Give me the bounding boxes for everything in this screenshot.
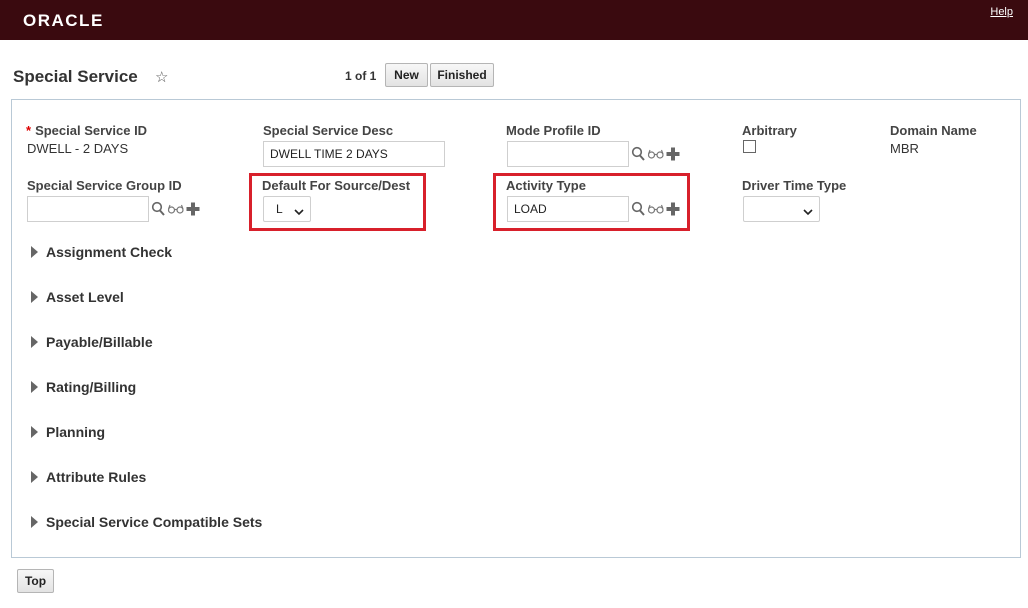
section-assignment-check[interactable]: Assignment Check	[31, 244, 172, 260]
section-planning[interactable]: Planning	[31, 424, 105, 440]
search-icon[interactable]	[151, 201, 166, 220]
special-service-group-id-label: Special Service Group ID	[27, 178, 182, 193]
oracle-logo: ORACLE	[23, 11, 104, 30]
glasses-icon[interactable]	[647, 203, 665, 218]
favorite-star-icon[interactable]: ☆	[155, 68, 168, 86]
plus-icon[interactable]	[666, 147, 680, 164]
top-header-bar: ORACLE Help	[0, 0, 1028, 40]
triangle-right-icon	[31, 471, 38, 483]
search-icon[interactable]	[631, 201, 646, 220]
triangle-right-icon	[31, 516, 38, 528]
finished-button[interactable]: Finished	[430, 63, 494, 87]
driver-time-type-label: Driver Time Type	[742, 178, 847, 193]
activity-type-input[interactable]: LOAD	[507, 196, 629, 222]
glasses-icon[interactable]	[167, 203, 185, 218]
default-source-dest-select[interactable]: L	[263, 196, 311, 222]
page-title: Special Service	[13, 67, 138, 86]
chevron-down-icon	[803, 205, 813, 219]
special-service-id-value: DWELL - 2 DAYS	[27, 141, 129, 156]
record-pager: 1 of 1	[345, 69, 377, 83]
form-panel	[11, 99, 1021, 558]
help-link[interactable]: Help	[990, 6, 1013, 18]
domain-name-value: MBR	[890, 141, 919, 156]
special-service-group-id-input[interactable]	[27, 196, 149, 222]
triangle-right-icon	[31, 426, 38, 438]
triangle-right-icon	[31, 246, 38, 258]
section-payable-billable[interactable]: Payable/Billable	[31, 334, 153, 350]
triangle-right-icon	[31, 291, 38, 303]
plus-icon[interactable]	[666, 202, 680, 219]
required-marker: *	[26, 123, 32, 138]
top-button[interactable]: Top	[17, 569, 54, 593]
special-service-id-label: * Special Service ID	[26, 123, 148, 138]
triangle-right-icon	[31, 336, 38, 348]
activity-type-label: Activity Type	[506, 178, 586, 193]
section-asset-level[interactable]: Asset Level	[31, 289, 124, 305]
group-id-icons	[151, 201, 200, 220]
mode-profile-id-label: Mode Profile ID	[506, 123, 601, 138]
mode-profile-id-input[interactable]	[507, 141, 629, 167]
section-attribute-rules[interactable]: Attribute Rules	[31, 469, 146, 485]
activity-type-icons	[631, 201, 680, 220]
arbitrary-checkbox[interactable]	[743, 140, 756, 153]
plus-icon[interactable]	[186, 202, 200, 219]
mode-profile-icons	[631, 146, 680, 165]
domain-name-label: Domain Name	[890, 123, 977, 138]
default-source-dest-label: Default For Source/Dest	[262, 178, 411, 193]
arbitrary-label: Arbitrary	[742, 123, 797, 138]
new-button[interactable]: New	[385, 63, 428, 87]
search-icon[interactable]	[631, 146, 646, 165]
default-source-dest-value: L	[276, 202, 283, 216]
chevron-down-icon	[294, 205, 304, 219]
triangle-right-icon	[31, 381, 38, 393]
section-special-service-compatible-sets[interactable]: Special Service Compatible Sets	[31, 514, 262, 530]
special-service-desc-label: Special Service Desc	[263, 123, 394, 138]
glasses-icon[interactable]	[647, 148, 665, 163]
section-rating-billing[interactable]: Rating/Billing	[31, 379, 136, 395]
driver-time-type-select[interactable]	[743, 196, 820, 222]
special-service-desc-input[interactable]: DWELL TIME 2 DAYS	[263, 141, 445, 167]
